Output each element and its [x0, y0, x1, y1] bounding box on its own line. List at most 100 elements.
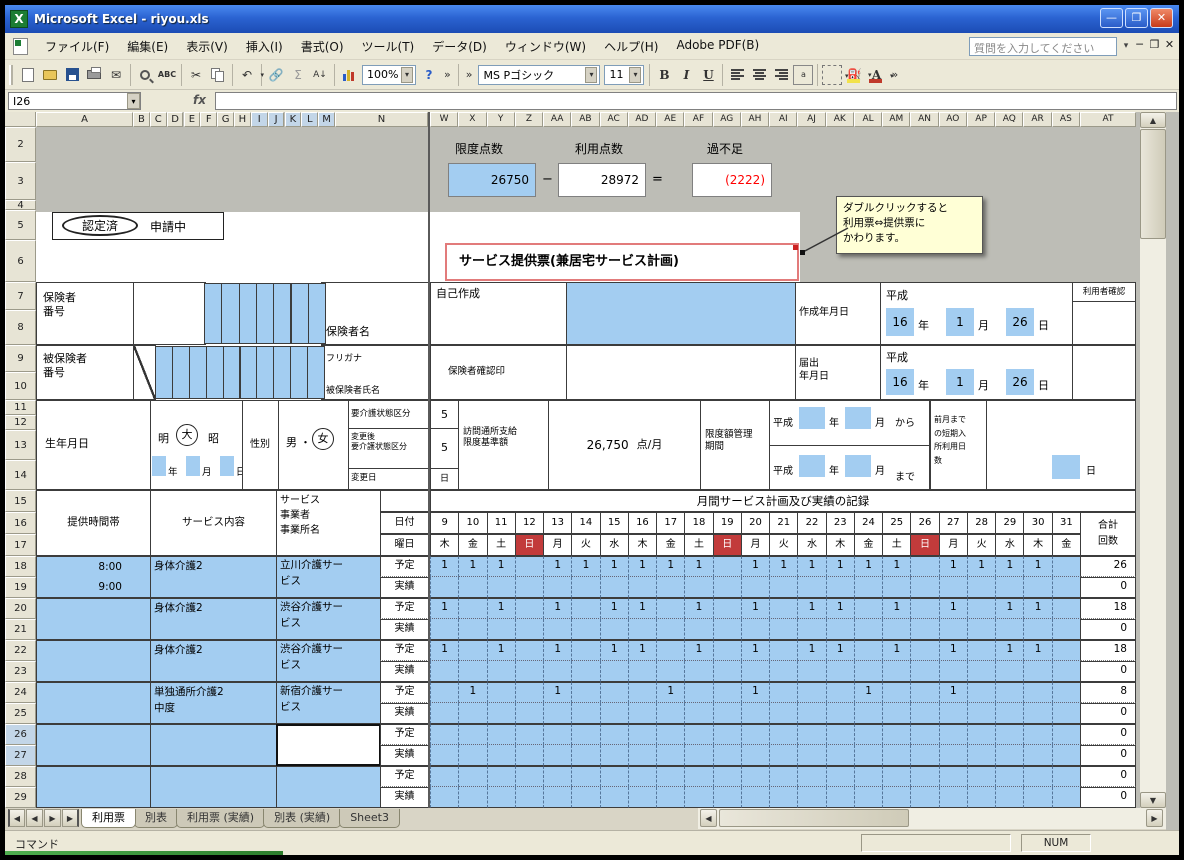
weekday-header-31[interactable]: 金 — [1052, 534, 1081, 556]
date-header-13[interactable]: 13 — [543, 512, 572, 534]
prev-month-days-box[interactable] — [1052, 455, 1080, 479]
entry-3-actual-day-24[interactable] — [854, 703, 883, 724]
align-right-icon[interactable] — [771, 65, 791, 85]
date-header-23[interactable]: 23 — [826, 512, 855, 534]
row-header-10[interactable]: 10 — [5, 372, 36, 400]
entry-3-actual-day-27[interactable] — [939, 703, 968, 724]
weekday-header-26[interactable]: 日 — [910, 534, 939, 556]
column-header-L[interactable]: L — [301, 112, 318, 127]
entry-4-plan-day-21[interactable] — [769, 724, 798, 745]
column-header-AC[interactable]: AC — [600, 112, 628, 127]
zoom-combo[interactable]: 100%▾ — [362, 65, 416, 85]
entry-2-plan-total[interactable]: 18 — [1080, 640, 1136, 661]
row-header-7[interactable]: 7 — [5, 282, 36, 310]
entry-4-actual-day-27[interactable] — [939, 745, 968, 766]
entry-5-plan-day-28[interactable] — [967, 766, 996, 787]
entry-3-actual-day-29[interactable] — [995, 703, 1024, 724]
row-header-14[interactable]: 14 — [5, 460, 36, 490]
sort-ascending-icon[interactable]: A↓ — [310, 65, 330, 85]
insurer-no-box-5[interactable] — [291, 283, 309, 344]
entry-1-actual-day-9[interactable] — [430, 619, 459, 640]
entry-1-plan-day-18[interactable]: 1 — [684, 598, 713, 619]
period-to-year-box[interactable] — [799, 455, 825, 477]
entry-3-actual-day-25[interactable] — [882, 703, 911, 724]
horizontal-scroll-thumb[interactable] — [719, 809, 909, 827]
font-name-combo[interactable]: MS Pゴシック▾ — [478, 65, 600, 85]
row-header-28[interactable]: 28 — [5, 766, 36, 787]
entry-5-actual-day-13[interactable] — [543, 787, 572, 808]
entry-2-plan-day-27[interactable]: 1 — [939, 640, 968, 661]
entry-3-plan-day-9[interactable] — [430, 682, 459, 703]
entry-3-actual-day-30[interactable] — [1023, 703, 1052, 724]
entry-4-plan-day-17[interactable] — [656, 724, 685, 745]
entry-3-actual-label[interactable]: 実績 — [380, 703, 429, 724]
close-button[interactable]: ✕ — [1150, 8, 1173, 28]
weekday-header-19[interactable]: 日 — [713, 534, 742, 556]
certified-stamp[interactable]: 認定済 — [62, 215, 138, 236]
question-dropdown-icon[interactable]: ▾ — [1119, 37, 1133, 56]
entry-3-plan-day-21[interactable] — [769, 682, 798, 703]
user-confirm-cell[interactable] — [1072, 301, 1136, 345]
era-meiji[interactable]: 明 — [158, 430, 169, 446]
entry-1-plan-day-22[interactable]: 1 — [797, 598, 826, 619]
entry-5-plan-day-16[interactable] — [628, 766, 657, 787]
entry-3-plan-total[interactable]: 8 — [1080, 682, 1136, 703]
period-to-month-box[interactable] — [845, 455, 871, 477]
entry-2-actual-day-15[interactable] — [600, 661, 629, 682]
insured-no-box-5[interactable] — [240, 346, 258, 399]
entry-1-actual-day-20[interactable] — [741, 619, 770, 640]
entry-2-plan-day-13[interactable]: 1 — [543, 640, 572, 661]
entry-2-plan-day-21[interactable] — [769, 640, 798, 661]
entry-2-plan-day-28[interactable] — [967, 640, 996, 661]
entry-3-time[interactable] — [36, 682, 151, 724]
entry-5-plan-day-15[interactable] — [600, 766, 629, 787]
insured-no-box-3[interactable] — [206, 346, 224, 399]
entry-3-plan-day-12[interactable] — [515, 682, 544, 703]
print-icon[interactable] — [84, 65, 104, 85]
entry-3-actual-day-17[interactable] — [656, 703, 685, 724]
insured-no-box-0[interactable] — [155, 346, 173, 399]
entry-5-plan-day-19[interactable] — [713, 766, 742, 787]
column-header-AB[interactable]: AB — [571, 112, 599, 127]
entry-5-actual-day-11[interactable] — [487, 787, 516, 808]
entry-4-actual-day-17[interactable] — [656, 745, 685, 766]
vertical-scroll-thumb[interactable] — [1140, 129, 1166, 239]
column-header-AG[interactable]: AG — [713, 112, 741, 127]
bold-icon[interactable]: B — [654, 65, 674, 85]
column-header-AI[interactable]: AI — [769, 112, 797, 127]
entry-5-actual-day-24[interactable] — [854, 787, 883, 808]
entry-1-plan-total[interactable]: 18 — [1080, 598, 1136, 619]
entry-3-plan-day-22[interactable] — [797, 682, 826, 703]
row-header-22[interactable]: 22 — [5, 640, 36, 661]
entry-1-actual-day-14[interactable] — [571, 619, 600, 640]
insured-no-box-6[interactable] — [256, 346, 274, 399]
entry-3-actual-day-31[interactable] — [1052, 703, 1081, 724]
entry-0-plan-day-21[interactable]: 1 — [769, 556, 798, 577]
entry-5-actual-day-20[interactable] — [741, 787, 770, 808]
entry-0-plan-day-17[interactable]: 1 — [656, 556, 685, 577]
entry-5-plan-day-31[interactable] — [1052, 766, 1081, 787]
entry-5-actual-day-12[interactable] — [515, 787, 544, 808]
column-header-I[interactable]: I — [251, 112, 268, 127]
column-header-X[interactable]: X — [458, 112, 486, 127]
entry-0-plan-day-20[interactable]: 1 — [741, 556, 770, 577]
date-header-14[interactable]: 14 — [571, 512, 600, 534]
entry-4-service[interactable] — [150, 724, 277, 766]
era-showa[interactable]: 昭 — [208, 430, 219, 446]
birth-day-box[interactable] — [220, 456, 234, 476]
menu-item-0[interactable]: ファイル(F) — [36, 34, 118, 59]
entry-5-actual-day-30[interactable] — [1023, 787, 1052, 808]
entry-4-plan-label[interactable]: 予定 — [380, 724, 429, 745]
insurer-no-box-6[interactable] — [308, 283, 326, 344]
date-header-20[interactable]: 20 — [741, 512, 770, 534]
entry-1-plan-day-17[interactable] — [656, 598, 685, 619]
column-header-M[interactable]: M — [318, 112, 335, 127]
entry-4-actual-label[interactable]: 実績 — [380, 745, 429, 766]
column-header-AD[interactable]: AD — [628, 112, 656, 127]
save-icon[interactable] — [62, 65, 82, 85]
entry-2-actual-day-19[interactable] — [713, 661, 742, 682]
entry-3-plan-day-25[interactable] — [882, 682, 911, 703]
entry-3-actual-day-26[interactable] — [910, 703, 939, 724]
entry-5-plan-day-20[interactable] — [741, 766, 770, 787]
column-header-AQ[interactable]: AQ — [995, 112, 1023, 127]
